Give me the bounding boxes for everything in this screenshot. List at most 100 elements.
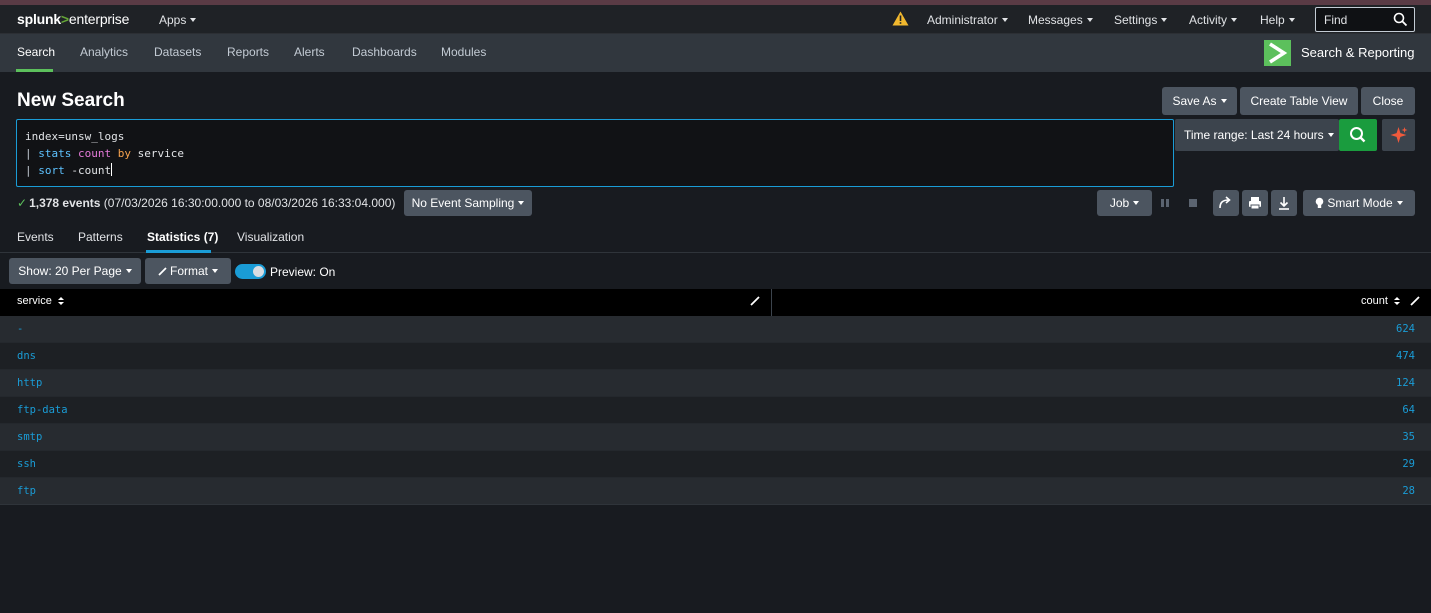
search-icon	[1350, 127, 1366, 143]
column-count-label: count	[1361, 295, 1388, 307]
preview-label: Preview: On	[270, 265, 336, 279]
app-navigation-bar: Search Analytics Datasets Reports Alerts…	[0, 34, 1431, 72]
save-as-button[interactable]: Save As	[1162, 87, 1237, 115]
administrator-menu[interactable]: Administrator	[927, 13, 1008, 27]
activity-menu[interactable]: Activity	[1189, 13, 1238, 27]
tab-events[interactable]: Events	[17, 230, 54, 244]
logo-chevron: >	[60, 11, 69, 27]
count-cell[interactable]: 474	[1396, 350, 1415, 362]
search-reporting-app-icon[interactable]	[1264, 40, 1291, 66]
chevron-down-icon	[1001, 18, 1008, 22]
messages-menu[interactable]: Messages	[1028, 13, 1093, 27]
tab-patterns[interactable]: Patterns	[78, 230, 123, 244]
page-size-label: Show: 20 Per Page	[18, 264, 122, 278]
logo-brand-text: splunk	[17, 11, 61, 27]
service-cell[interactable]: -	[17, 323, 23, 335]
column-service-label: service	[17, 295, 52, 307]
results-tabs: Events Patterns Statistics (7) Visualiza…	[0, 222, 1431, 253]
chevron-down-icon	[1327, 133, 1334, 137]
service-cell[interactable]: ftp	[17, 485, 36, 497]
active-tab-indicator	[146, 250, 211, 253]
splunk-logo[interactable]: splunk>enterprise	[17, 11, 129, 27]
tab-statistics[interactable]: Statistics (7)	[147, 230, 218, 244]
edit-column-icon[interactable]	[750, 296, 760, 306]
query-line-3: | sort -count	[25, 162, 1173, 179]
query-line-1: index=unsw_logs	[25, 128, 1173, 145]
warning-triangle-icon[interactable]	[892, 11, 909, 26]
search-mode-dropdown[interactable]: Smart Mode	[1303, 190, 1415, 216]
count-cell[interactable]: 29	[1402, 458, 1415, 470]
export-button[interactable]	[1271, 190, 1297, 216]
stop-icon[interactable]	[1188, 198, 1198, 208]
format-dropdown[interactable]: Format	[145, 258, 231, 284]
nav-search[interactable]: Search	[17, 45, 55, 59]
service-cell[interactable]: dns	[17, 350, 36, 362]
nav-alerts[interactable]: Alerts	[294, 45, 325, 59]
messages-menu-label: Messages	[1028, 13, 1083, 27]
table-row: ftp-data 64	[0, 397, 1431, 424]
chevron-down-icon	[1086, 18, 1093, 22]
table-row: ftp 28	[0, 478, 1431, 505]
chevron-down-icon	[212, 269, 218, 273]
format-label: Format	[169, 264, 208, 278]
column-header-service[interactable]: service	[17, 295, 64, 307]
count-cell[interactable]: 124	[1396, 377, 1415, 389]
share-button[interactable]	[1213, 190, 1239, 216]
find-input[interactable]	[1316, 8, 1392, 31]
toggle-knob	[253, 266, 264, 277]
job-dropdown[interactable]: Job	[1097, 190, 1152, 216]
nav-reports[interactable]: Reports	[227, 45, 269, 59]
chevron-down-icon	[1133, 201, 1140, 205]
table-row: dns 474	[0, 343, 1431, 370]
global-top-bar: splunk>enterprise Apps Administrator Mes…	[0, 5, 1431, 34]
query-command-sort: sort	[38, 164, 65, 177]
tab-visualization[interactable]: Visualization	[237, 230, 304, 244]
app-title[interactable]: Search & Reporting	[1301, 45, 1414, 60]
close-button[interactable]: Close	[1361, 87, 1415, 115]
activity-menu-label: Activity	[1189, 13, 1228, 27]
print-button[interactable]	[1242, 190, 1268, 216]
pause-icon[interactable]	[1160, 198, 1170, 208]
apps-menu[interactable]: Apps	[159, 13, 197, 27]
checkmark-icon: ✓	[17, 196, 28, 210]
count-cell[interactable]: 28	[1402, 485, 1415, 497]
column-header-count[interactable]: count	[1361, 295, 1400, 307]
event-sampling-dropdown[interactable]: No Event Sampling	[404, 190, 532, 216]
job-label: Job	[1109, 196, 1130, 210]
search-query-editor[interactable]: index=unsw_logs | stats count by service…	[16, 119, 1174, 187]
pencil-icon	[158, 259, 167, 285]
count-cell[interactable]: 64	[1402, 404, 1415, 416]
logo-product-text: enterprise	[68, 11, 130, 27]
create-table-view-button[interactable]: Create Table View	[1240, 87, 1358, 115]
event-count: 1,378 events	[29, 196, 101, 210]
service-cell[interactable]: smtp	[17, 431, 42, 443]
run-search-button[interactable]	[1339, 119, 1377, 151]
service-cell[interactable]: ftp-data	[17, 404, 68, 416]
table-row: - 624	[0, 316, 1431, 343]
count-cell[interactable]: 624	[1396, 323, 1415, 335]
count-cell[interactable]: 35	[1402, 431, 1415, 443]
ai-assistant-button[interactable]	[1382, 119, 1415, 151]
time-range-picker[interactable]: Time range: Last 24 hours	[1175, 119, 1339, 151]
settings-menu[interactable]: Settings	[1114, 13, 1168, 27]
page-size-dropdown[interactable]: Show: 20 Per Page	[9, 258, 141, 284]
query-keyword-by: by	[117, 147, 131, 160]
query-sort-arg: -count	[71, 164, 112, 177]
text-cursor	[111, 163, 113, 176]
nav-modules[interactable]: Modules	[441, 45, 486, 59]
nav-datasets[interactable]: Datasets	[154, 45, 201, 59]
preview-toggle[interactable]	[235, 264, 266, 279]
table-row: http 124	[0, 370, 1431, 397]
nav-dashboards[interactable]: Dashboards	[352, 45, 417, 59]
nav-analytics[interactable]: Analytics	[80, 45, 128, 59]
page-title: New Search	[17, 90, 125, 111]
chevron-down-icon	[1288, 18, 1295, 22]
edit-column-icon[interactable]	[1410, 296, 1420, 306]
service-cell[interactable]: http	[17, 377, 42, 389]
help-menu[interactable]: Help	[1260, 13, 1295, 27]
query-command-stats: stats	[38, 147, 72, 160]
apps-menu-label: Apps	[159, 13, 187, 27]
query-index-text: index=unsw_logs	[25, 130, 125, 143]
search-icon[interactable]	[1393, 12, 1408, 27]
service-cell[interactable]: ssh	[17, 458, 36, 470]
